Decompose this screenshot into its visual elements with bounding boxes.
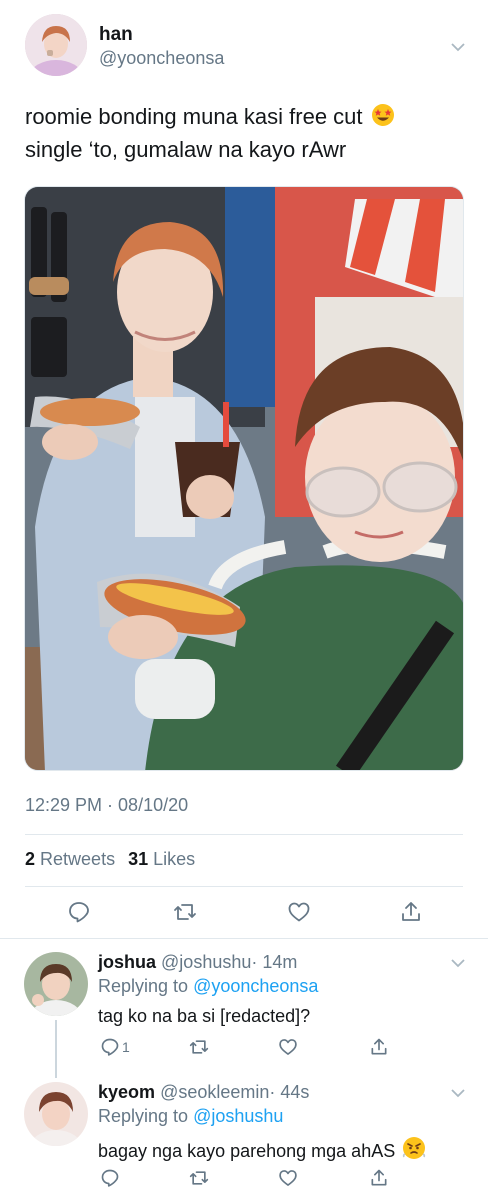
author-handle[interactable]: @yooncheonsa (99, 48, 224, 69)
likes-count[interactable]: 31 (128, 849, 148, 869)
reply-icon[interactable]: 1 (100, 1036, 130, 1058)
replying-to-link[interactable]: @joshushu (193, 1106, 283, 1126)
divider (25, 834, 463, 835)
reply-icon[interactable] (100, 1167, 120, 1189)
reply-icon[interactable] (65, 898, 93, 926)
tweet-text-line1: roomie bonding muna kasi free cut (25, 104, 363, 129)
share-icon[interactable] (369, 1036, 389, 1058)
like-icon[interactable] (278, 1167, 298, 1189)
reply-tweet[interactable]: kyeom @seokleemin· 44s Replying to @josh… (0, 1068, 488, 1200)
retweets-count[interactable]: 2 (25, 849, 35, 869)
reply-tweet[interactable]: joshua @joshushu· 14m Replying to @yoonc… (0, 938, 488, 1078)
reply-author-handle[interactable]: @joshushu (161, 952, 251, 972)
reply-text-line: bagay nga kayo parehong mga ahAS (98, 1136, 426, 1162)
retweet-icon[interactable] (188, 1036, 210, 1058)
reply-author-line: joshua @joshushu· 14m (98, 952, 297, 973)
reply-author-name[interactable]: joshua (98, 952, 156, 972)
replying-to-prefix: Replying to (98, 976, 189, 996)
tweet-stats: 2 Retweets 31 Likes (25, 849, 195, 870)
chevron-down-icon[interactable] (451, 956, 465, 970)
like-icon[interactable] (285, 898, 313, 926)
reply-author-handle[interactable]: @seokleemin (160, 1082, 269, 1102)
retweet-icon[interactable] (188, 1167, 210, 1189)
reply-avatar[interactable] (24, 952, 88, 1016)
author-avatar[interactable] (25, 14, 87, 76)
reply-count: 1 (122, 1039, 130, 1055)
replying-to-link[interactable]: @yooncheonsa (193, 976, 318, 996)
author-name[interactable]: han (99, 24, 133, 46)
reply-time: · 44s (269, 1082, 310, 1102)
replying-to: Replying to @yooncheonsa (98, 976, 318, 997)
reply-author-line: kyeom @seokleemin· 44s (98, 1082, 309, 1103)
share-icon[interactable] (369, 1167, 389, 1189)
reply-text: tag ko na ba si [redacted]? (98, 1006, 311, 1026)
reply-time: · 14m (251, 952, 298, 972)
huffing-emoji (402, 1136, 426, 1160)
tweet-timestamp[interactable]: 12:29 PM · 08/10/20 (25, 795, 188, 816)
tweet-text-line2: single ‘to, gumalaw na kayo rAwr (25, 137, 347, 162)
reply-text: bagay nga kayo parehong mga ahAS (98, 1141, 396, 1161)
tweet-photo[interactable] (24, 186, 464, 771)
replying-to-prefix: Replying to (98, 1106, 189, 1126)
tweet-header: han @yooncheonsa (0, 0, 488, 90)
likes-label[interactable]: Likes (153, 849, 195, 869)
tweet-text: roomie bonding muna kasi free cut single… (25, 100, 465, 166)
share-icon[interactable] (397, 898, 425, 926)
reply-author-name[interactable]: kyeom (98, 1082, 155, 1102)
replying-to: Replying to @joshushu (98, 1106, 283, 1127)
divider (25, 886, 463, 887)
like-icon[interactable] (278, 1036, 298, 1058)
star-struck-emoji (371, 103, 395, 127)
retweets-label[interactable]: Retweets (40, 849, 115, 869)
chevron-down-icon[interactable] (451, 1086, 465, 1100)
retweet-icon[interactable] (171, 898, 199, 926)
chevron-down-icon[interactable] (451, 40, 465, 54)
reply-avatar[interactable] (24, 1082, 88, 1146)
